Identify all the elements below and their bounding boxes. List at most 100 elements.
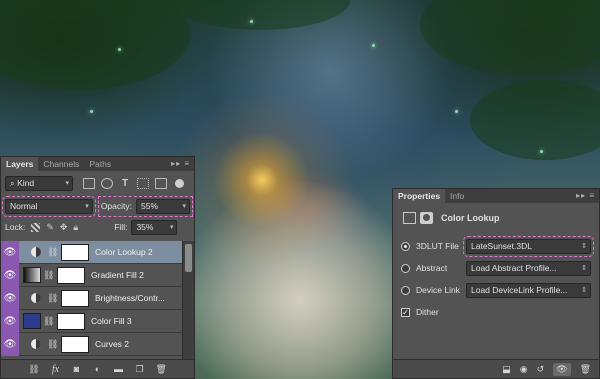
- chevron-updown-icon: ⇕: [581, 286, 587, 294]
- layer-name: Gradient Fill 2: [91, 270, 144, 280]
- radio-abstract[interactable]: [401, 263, 410, 273]
- layers-tabbar: Layers Channels Paths ▸▸ ≡: [1, 157, 194, 171]
- layer-name: Brightness/Contr...: [95, 293, 165, 303]
- fill-value: 35%: [136, 221, 154, 232]
- properties-panel: Properties Info ▸▸ ≡ Color Lookup 3DLUT …: [392, 188, 600, 379]
- option-label: Device Link: [416, 285, 460, 295]
- device-link-dropdown[interactable]: Load DeviceLink Profile... ⇕: [466, 282, 591, 298]
- layer-row[interactable]: 👁︎ ⛓ Gradient Fill 2: [1, 263, 182, 287]
- dither-checkbox[interactable]: ✓: [401, 307, 410, 317]
- tab-layers[interactable]: Layers: [1, 157, 39, 171]
- tab-channels[interactable]: Channels: [38, 157, 84, 171]
- visibility-eye-icon[interactable]: 👁︎: [1, 241, 19, 264]
- filter-kind-dropdown[interactable]: ⌕ Kind ▾: [5, 175, 73, 191]
- layers-list: 👁︎ ⛓ Color Lookup 2 👁︎ ⛓ Gradient Fill 2…: [1, 241, 182, 361]
- chevron-updown-icon: ⇕: [581, 264, 587, 272]
- blend-mode-value: Normal: [10, 200, 38, 211]
- blend-opacity-row: Normal ▾ Opacity: 55% ▾: [1, 195, 194, 217]
- adjustment-grid-icon[interactable]: [403, 212, 416, 224]
- shape-filter-icon[interactable]: [137, 177, 149, 189]
- layer-mask-thumbnail[interactable]: [61, 243, 89, 261]
- lock-position-icon[interactable]: ✥: [60, 222, 68, 233]
- clip-to-layer-icon[interactable]: ⬓: [502, 364, 511, 375]
- new-layer-icon[interactable]: ❐: [135, 364, 145, 375]
- link-icon[interactable]: ⛓: [47, 247, 58, 258]
- dither-row: ✓ Dither: [393, 301, 599, 323]
- lock-fill-row: Lock: ✎ ✥ 🔒︎ Fill: 35% ▾: [1, 217, 194, 237]
- visibility-eye-icon[interactable]: 👁︎: [1, 286, 19, 310]
- add-mask-icon[interactable]: ◙: [72, 364, 82, 374]
- opacity-field[interactable]: 55% ▾: [136, 198, 190, 214]
- opacity-label: Opacity:: [100, 201, 132, 211]
- layer-mask-thumbnail[interactable]: [57, 312, 85, 330]
- panel-menu-icon[interactable]: ▸▸ ≡: [171, 157, 190, 171]
- view-previous-state-icon[interactable]: ◉: [520, 364, 528, 375]
- link-icon[interactable]: ⛓: [47, 339, 58, 350]
- fill-label: Fill:: [114, 222, 128, 232]
- visibility-eye-icon[interactable]: 👁︎: [1, 332, 19, 356]
- 3dlut-file-value: LateSunset.3DL: [471, 240, 532, 251]
- lock-all-icon[interactable]: 🔒︎: [73, 222, 78, 233]
- color-fill-thumbnail: [23, 313, 41, 329]
- link-icon[interactable]: ⛓: [43, 270, 54, 281]
- layer-mask-thumbnail[interactable]: [61, 289, 89, 307]
- layer-row[interactable]: 👁︎ ⛓ Brightness/Contr...: [1, 286, 182, 310]
- opacity-value: 55%: [141, 200, 159, 211]
- chevron-down-icon: ▾: [85, 202, 89, 210]
- abstract-profile-dropdown[interactable]: Load Abstract Profile... ⇕: [466, 260, 591, 276]
- layer-row[interactable]: 👁︎ ⛓ Curves 2: [1, 332, 182, 356]
- gradient-thumbnail: [23, 267, 41, 283]
- link-icon[interactable]: ⛓: [43, 316, 54, 327]
- layers-scrollbar[interactable]: [182, 241, 194, 361]
- tab-paths[interactable]: Paths: [84, 157, 116, 171]
- fill-field[interactable]: 35% ▾: [131, 219, 178, 235]
- layer-name: Color Fill 3: [91, 316, 132, 326]
- option-abstract: Abstract Load Abstract Profile... ⇕: [393, 257, 599, 279]
- layers-panel: Layers Channels Paths ▸▸ ≡ ⌕ Kind ▾ T No…: [0, 156, 195, 379]
- device-link-value: Load DeviceLink Profile...: [471, 284, 568, 295]
- adjustment-layer-icon: [31, 247, 41, 257]
- adjustment-filter-icon[interactable]: [101, 177, 113, 189]
- reset-icon[interactable]: ↺: [537, 364, 545, 375]
- mask-icon[interactable]: [420, 212, 433, 224]
- visibility-eye-icon[interactable]: 👁︎: [553, 362, 571, 376]
- trash-icon[interactable]: 🗑︎: [580, 364, 591, 375]
- adjustment-layer-icon: [31, 293, 41, 303]
- option-label: Abstract: [416, 263, 448, 273]
- dither-label: Dither: [416, 307, 439, 317]
- fx-icon[interactable]: fx: [51, 364, 61, 375]
- pixel-filter-icon[interactable]: [83, 177, 95, 189]
- radio-3dlut[interactable]: [401, 241, 410, 251]
- radio-device-link[interactable]: [401, 285, 410, 295]
- lock-image-icon[interactable]: ✎: [46, 222, 54, 233]
- tab-properties[interactable]: Properties: [393, 189, 446, 203]
- lock-transparent-icon[interactable]: [31, 222, 41, 232]
- filter-toggle-icon[interactable]: [175, 178, 184, 188]
- type-filter-icon[interactable]: T: [119, 178, 131, 189]
- 3dlut-file-dropdown[interactable]: LateSunset.3DL ⇕: [463, 235, 594, 257]
- tab-info[interactable]: Info: [445, 189, 469, 203]
- chevron-down-icon: ▾: [182, 202, 186, 210]
- option-label: 3DLUT File: [416, 241, 459, 251]
- layer-mask-thumbnail[interactable]: [61, 335, 89, 353]
- scrollbar-thumb[interactable]: [185, 244, 192, 272]
- folder-icon[interactable]: ▬: [114, 364, 124, 374]
- trash-icon[interactable]: 🗑︎: [156, 364, 167, 375]
- adjustment-icon[interactable]: ◐: [93, 364, 103, 374]
- layer-row[interactable]: 👁︎ ⛓ Color Fill 3: [1, 309, 182, 333]
- blend-mode-dropdown[interactable]: Normal ▾: [2, 195, 96, 217]
- layer-filter-row: ⌕ Kind ▾ T: [1, 171, 194, 195]
- properties-header: Color Lookup: [393, 203, 599, 233]
- properties-tabbar: Properties Info ▸▸ ≡: [393, 189, 599, 203]
- visibility-eye-icon[interactable]: 👁︎: [1, 263, 19, 287]
- panel-menu-icon[interactable]: ▸▸ ≡: [576, 189, 595, 203]
- option-3dlut: 3DLUT File LateSunset.3DL ⇕: [393, 235, 599, 257]
- link-layers-icon[interactable]: ⛓: [28, 364, 39, 375]
- layer-row[interactable]: 👁︎ ⛓ Color Lookup 2: [1, 241, 182, 264]
- smart-object-filter-icon[interactable]: [155, 177, 167, 189]
- link-icon[interactable]: ⛓: [47, 293, 58, 304]
- visibility-eye-icon[interactable]: 👁︎: [1, 309, 19, 333]
- layer-mask-thumbnail[interactable]: [57, 266, 85, 284]
- properties-footer: ⬓ ◉ ↺ 👁︎ 🗑︎: [393, 359, 599, 378]
- layer-name: Curves 2: [95, 339, 130, 349]
